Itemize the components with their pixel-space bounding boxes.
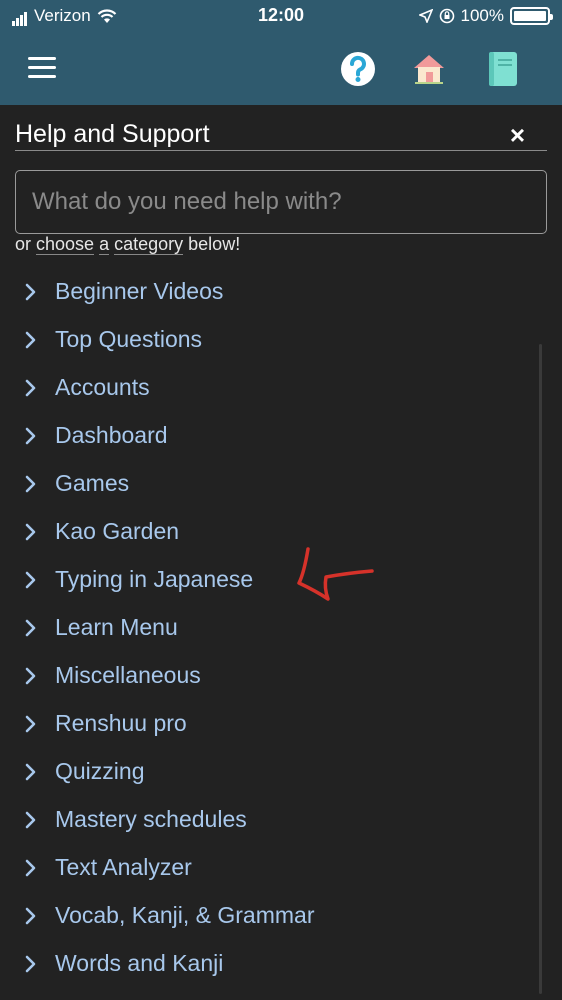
category-label: Typing in Japanese (55, 566, 254, 592)
category-item[interactable]: Text Analyzer (20, 846, 520, 890)
chevron-right-icon (25, 379, 36, 397)
category-item[interactable]: Kao Garden (20, 510, 520, 554)
page-title: Help and Support (15, 120, 210, 148)
status-right: 100% (418, 6, 553, 26)
category-item[interactable]: Quizzing (20, 750, 520, 794)
category-label: Quizzing (55, 758, 145, 784)
category-label: Dashboard (55, 422, 168, 448)
category-item[interactable]: Typing in Japanese (20, 558, 520, 602)
category-item[interactable]: Miscellaneous (20, 654, 520, 698)
home-icon[interactable] (410, 50, 448, 88)
category-label: Renshuu pro (55, 710, 187, 736)
chevron-right-icon (25, 907, 36, 925)
chevron-right-icon (25, 283, 36, 301)
category-label: Text Analyzer (55, 854, 192, 880)
category-item[interactable]: Games (20, 462, 520, 506)
category-item[interactable]: Accounts (20, 366, 520, 410)
chevron-right-icon (25, 571, 36, 589)
category-label: Mastery schedules (55, 806, 247, 832)
status-bar: Verizon 12:00 100% (0, 0, 562, 32)
category-label: Miscellaneous (55, 662, 201, 688)
chevron-right-icon (25, 811, 36, 829)
category-label: Top Questions (55, 326, 203, 352)
annotation-arrow-icon (297, 547, 374, 601)
category-item[interactable]: Dashboard (20, 414, 520, 458)
category-label: Words and Kanji (55, 950, 224, 976)
choose-category-hint: or choose a category below! (15, 234, 241, 255)
chevron-right-icon (25, 955, 36, 973)
chevron-right-icon (25, 859, 36, 877)
chevron-right-icon (25, 331, 36, 349)
scrollbar[interactable] (539, 344, 542, 994)
search-input[interactable] (15, 170, 547, 234)
category-label: Games (55, 470, 130, 496)
category-item[interactable]: Words and Kanji (20, 942, 520, 986)
category-label: Learn Menu (55, 614, 178, 640)
location-icon (418, 9, 433, 23)
category-label: Accounts (55, 374, 150, 400)
battery-label: 100% (460, 6, 504, 25)
hamburger-icon[interactable] (28, 57, 56, 78)
chevron-right-icon (25, 475, 36, 493)
chevron-right-icon (25, 619, 36, 637)
category-label: Beginner Videos (55, 278, 224, 304)
book-icon[interactable] (484, 50, 522, 88)
chevron-right-icon (25, 667, 36, 685)
orientation-lock-icon (439, 8, 454, 24)
chevron-right-icon (25, 523, 36, 541)
question-icon[interactable] (339, 50, 377, 88)
category-item[interactable]: Vocab, Kanji, & Grammar (20, 894, 520, 938)
category-item[interactable]: Top Questions (20, 318, 520, 362)
category-item[interactable]: Beginner Videos (20, 270, 520, 314)
category-item[interactable]: Mastery schedules (20, 798, 520, 842)
chevron-right-icon (25, 427, 36, 445)
battery-icon (510, 7, 553, 25)
close-icon[interactable]: × (510, 120, 525, 151)
category-item[interactable]: Renshuu pro (20, 702, 520, 746)
chevron-right-icon (25, 763, 36, 781)
category-item[interactable]: Learn Menu (20, 606, 520, 650)
category-label: Vocab, Kanji, & Grammar (55, 902, 315, 928)
category-label: Kao Garden (55, 518, 180, 544)
panel-title-row: Help and Support × (15, 118, 547, 151)
chevron-right-icon (25, 715, 36, 733)
app-header: Verizon 12:00 100% (0, 0, 562, 105)
